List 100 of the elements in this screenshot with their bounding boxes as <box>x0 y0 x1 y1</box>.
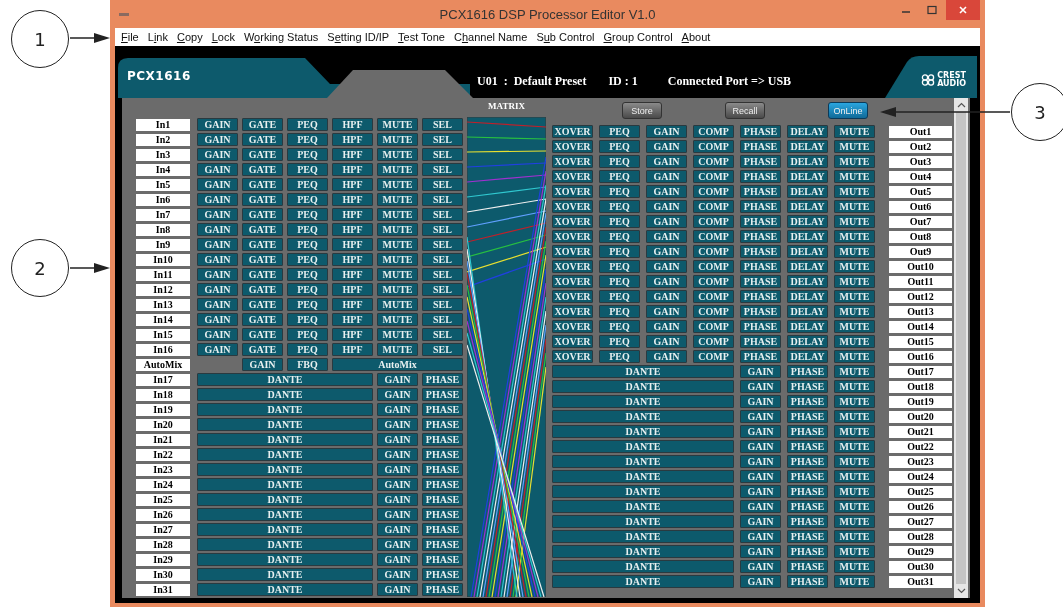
channel-button[interactable]: GAIN <box>740 425 781 438</box>
channel-name[interactable]: Out24 <box>889 470 952 483</box>
channel-button[interactable]: HPF <box>332 238 373 251</box>
channel-button[interactable]: PEQ <box>599 350 640 363</box>
channel-button[interactable]: PEQ <box>599 140 640 153</box>
menu-item[interactable]: Group Control <box>603 31 673 43</box>
channel-button[interactable]: PHASE <box>422 463 463 476</box>
channel-name[interactable]: In13 <box>136 298 190 311</box>
channel-button[interactable]: DANTE <box>197 403 373 416</box>
channel-button[interactable]: HPF <box>332 328 373 341</box>
channel-button[interactable]: GAIN <box>197 238 238 251</box>
channel-button[interactable]: PHASE <box>740 200 781 213</box>
channel-button[interactable]: SEL <box>422 163 463 176</box>
channel-button[interactable]: GAIN <box>646 335 687 348</box>
action-button[interactable]: Store <box>622 102 662 119</box>
channel-name[interactable]: Out8 <box>889 230 952 243</box>
channel-button[interactable]: GAIN <box>740 395 781 408</box>
channel-name[interactable]: In25 <box>136 493 190 506</box>
channel-button[interactable]: PHASE <box>422 418 463 431</box>
channel-button[interactable]: PEQ <box>599 290 640 303</box>
channel-button[interactable]: DANTE <box>552 470 734 483</box>
channel-button[interactable]: GAIN <box>646 185 687 198</box>
channel-button[interactable]: MUTE <box>377 268 418 281</box>
channel-button[interactable]: PHASE <box>740 350 781 363</box>
channel-name[interactable]: In28 <box>136 538 190 551</box>
channel-button[interactable]: PEQ <box>287 118 328 131</box>
channel-button[interactable]: COMP <box>693 170 734 183</box>
channel-button[interactable]: DANTE <box>197 508 373 521</box>
channel-button[interactable]: PHASE <box>787 380 828 393</box>
channel-button[interactable]: XOVER <box>552 335 593 348</box>
channel-button[interactable]: DELAY <box>787 275 828 288</box>
channel-button[interactable]: GAIN <box>646 305 687 318</box>
channel-button[interactable]: GAIN <box>740 440 781 453</box>
channel-button[interactable]: HPF <box>332 343 373 356</box>
channel-button[interactable]: PEQ <box>287 298 328 311</box>
channel-name[interactable]: Out18 <box>889 380 952 393</box>
channel-button[interactable]: PEQ <box>287 343 328 356</box>
channel-button[interactable]: COMP <box>693 230 734 243</box>
channel-button[interactable]: GATE <box>242 118 283 131</box>
channel-name[interactable]: In14 <box>136 313 190 326</box>
channel-button[interactable]: HPF <box>332 193 373 206</box>
channel-button[interactable]: COMP <box>693 320 734 333</box>
channel-button[interactable]: GAIN <box>377 433 418 446</box>
channel-button[interactable]: PEQ <box>287 313 328 326</box>
channel-name[interactable]: In1 <box>136 118 190 131</box>
channel-button[interactable]: DANTE <box>552 545 734 558</box>
channel-name[interactable]: Out2 <box>889 140 952 153</box>
channel-button[interactable]: PHASE <box>740 125 781 138</box>
channel-button[interactable]: XOVER <box>552 245 593 258</box>
channel-button[interactable]: GAIN <box>377 463 418 476</box>
channel-button[interactable]: GAIN <box>740 470 781 483</box>
channel-name[interactable]: Out29 <box>889 545 952 558</box>
channel-button[interactable]: GAIN <box>377 478 418 491</box>
channel-button[interactable]: PHASE <box>740 335 781 348</box>
channel-button[interactable]: FBQ <box>287 358 328 371</box>
channel-button[interactable]: SEL <box>422 118 463 131</box>
channel-button[interactable]: PHASE <box>740 155 781 168</box>
channel-button[interactable]: DELAY <box>787 200 828 213</box>
channel-button[interactable]: DANTE <box>197 583 373 596</box>
channel-button[interactable]: SEL <box>422 343 463 356</box>
channel-button[interactable]: HPF <box>332 283 373 296</box>
channel-button[interactable]: PHASE <box>787 365 828 378</box>
action-button[interactable]: Recall <box>725 102 765 119</box>
channel-name[interactable]: In20 <box>136 418 190 431</box>
channel-button[interactable]: COMP <box>693 245 734 258</box>
channel-button[interactable]: GAIN <box>740 530 781 543</box>
channel-button[interactable]: PHASE <box>740 215 781 228</box>
channel-button[interactable]: MUTE <box>377 283 418 296</box>
channel-button[interactable]: GAIN <box>377 538 418 551</box>
menu-item[interactable]: Link <box>147 31 168 43</box>
channel-button[interactable]: SEL <box>422 223 463 236</box>
channel-name[interactable]: Out6 <box>889 200 952 213</box>
channel-button[interactable]: HPF <box>332 163 373 176</box>
channel-button[interactable]: HPF <box>332 298 373 311</box>
channel-button[interactable]: MUTE <box>834 380 875 393</box>
channel-button[interactable]: MUTE <box>834 350 875 363</box>
channel-button[interactable]: DELAY <box>787 320 828 333</box>
channel-button[interactable]: GAIN <box>377 373 418 386</box>
channel-button[interactable]: SEL <box>422 298 463 311</box>
channel-name[interactable]: Out17 <box>889 365 952 378</box>
channel-button[interactable]: GAIN <box>197 178 238 191</box>
channel-button[interactable]: MUTE <box>834 545 875 558</box>
matrix-drawing[interactable] <box>467 117 546 597</box>
channel-button[interactable]: MUTE <box>834 515 875 528</box>
channel-button[interactable]: GAIN <box>377 523 418 536</box>
channel-name[interactable]: In19 <box>136 403 190 416</box>
channel-name[interactable]: Out14 <box>889 320 952 333</box>
channel-button[interactable]: XOVER <box>552 185 593 198</box>
channel-name[interactable]: In30 <box>136 568 190 581</box>
channel-button[interactable]: XOVER <box>552 320 593 333</box>
channel-button[interactable]: MUTE <box>377 298 418 311</box>
channel-button[interactable]: GATE <box>242 268 283 281</box>
menu-item[interactable]: Test Tone <box>398 31 445 43</box>
channel-name[interactable]: In21 <box>136 433 190 446</box>
channel-name[interactable]: Out22 <box>889 440 952 453</box>
channel-button[interactable]: GAIN <box>377 388 418 401</box>
channel-button[interactable]: MUTE <box>377 238 418 251</box>
channel-button[interactable]: MUTE <box>834 140 875 153</box>
channel-button[interactable]: DELAY <box>787 260 828 273</box>
channel-button[interactable]: MUTE <box>834 425 875 438</box>
